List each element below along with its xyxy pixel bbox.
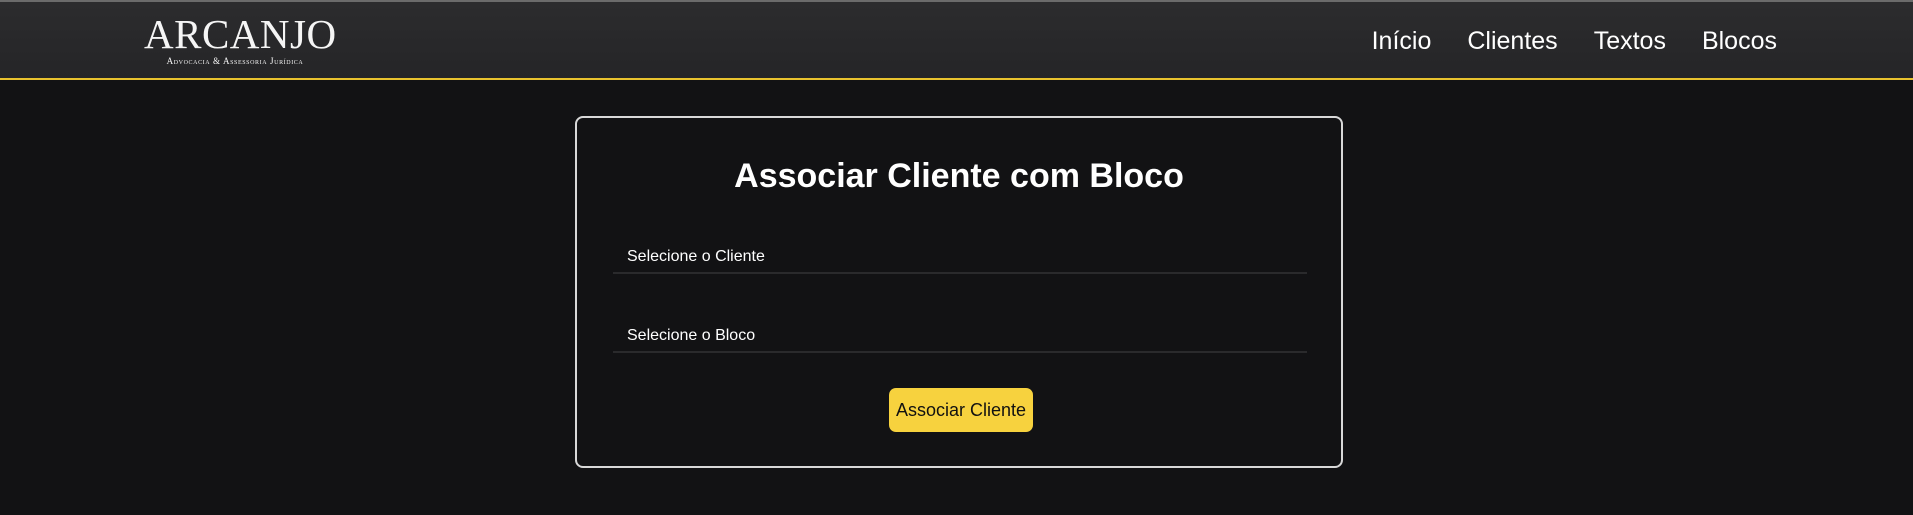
page-title: Associar Cliente com Bloco [734, 157, 1184, 195]
logo-title: ARCANJO [144, 11, 337, 57]
bloco-select[interactable]: Selecione o Bloco [613, 305, 1307, 353]
brand-logo[interactable]: ARCANJO Advocacia & Assessoria Jurídica [144, 11, 337, 70]
nav-link-textos[interactable]: Textos [1594, 26, 1666, 56]
associar-cliente-button[interactable]: Associar Cliente [889, 388, 1033, 432]
cliente-select[interactable]: Selecione o Cliente [613, 226, 1307, 274]
nav-link-inicio[interactable]: Início [1372, 26, 1432, 56]
top-navbar: ARCANJO Advocacia & Assessoria Jurídica … [0, 2, 1913, 80]
nav-link-clientes[interactable]: Clientes [1467, 26, 1557, 56]
association-form-card: Associar Cliente com Bloco Selecione o C… [575, 116, 1343, 468]
logo-subtitle: Advocacia & Assessoria Jurídica [166, 56, 304, 66]
main-navigation: Início Clientes Textos Blocos [1372, 26, 1777, 56]
nav-link-blocos[interactable]: Blocos [1702, 26, 1777, 56]
